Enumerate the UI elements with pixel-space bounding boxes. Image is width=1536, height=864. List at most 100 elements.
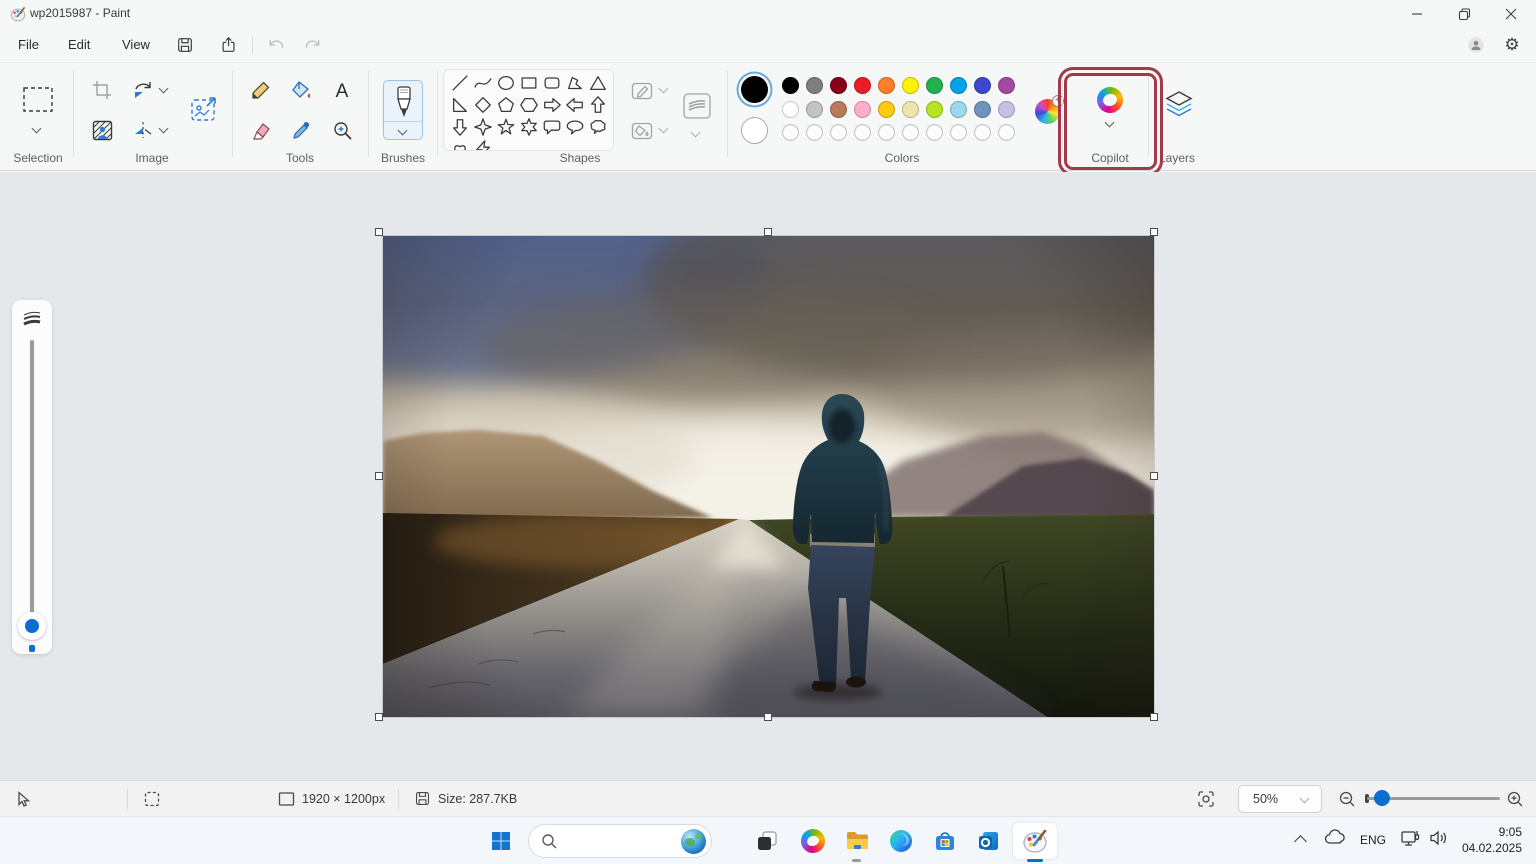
flip-icon[interactable] bbox=[131, 118, 155, 142]
save-icon[interactable] bbox=[174, 34, 196, 56]
menu-view[interactable]: View bbox=[112, 32, 160, 58]
shape-fill-chevron[interactable] bbox=[659, 124, 669, 134]
shape-heart[interactable] bbox=[448, 138, 471, 151]
shape-lightning[interactable] bbox=[471, 138, 494, 151]
color-swatch[interactable] bbox=[854, 77, 871, 94]
stroke-thickness-icon[interactable] bbox=[682, 91, 712, 121]
network-icon[interactable] bbox=[1400, 829, 1422, 852]
color-swatch-empty[interactable] bbox=[902, 124, 919, 141]
shape-speech-oval[interactable] bbox=[563, 116, 586, 138]
color-swatch[interactable] bbox=[998, 77, 1015, 94]
selection-handle-middle-left[interactable] bbox=[375, 472, 383, 480]
canvas-image[interactable] bbox=[383, 236, 1154, 717]
color-swatch[interactable] bbox=[782, 77, 799, 94]
task-view-button[interactable] bbox=[748, 823, 786, 859]
account-icon[interactable] bbox=[1465, 34, 1487, 56]
taskbar-copilot-button[interactable] bbox=[794, 823, 832, 859]
eraser-icon[interactable] bbox=[248, 118, 272, 142]
paint-taskbar-button[interactable] bbox=[1013, 823, 1057, 859]
zoom-in-icon[interactable] bbox=[1506, 790, 1524, 808]
fill-bucket-icon[interactable] bbox=[289, 78, 313, 102]
shape-arrow-left[interactable] bbox=[563, 94, 586, 116]
color-swatch[interactable] bbox=[974, 77, 991, 94]
settings-gear-icon[interactable]: ⚙ bbox=[1501, 34, 1523, 56]
microsoft-store-button[interactable] bbox=[926, 823, 964, 859]
shape-speech-cloud[interactable] bbox=[586, 116, 609, 138]
color-swatch-empty[interactable] bbox=[926, 124, 943, 141]
shape-arrow-up[interactable] bbox=[586, 94, 609, 116]
shape-ellipse[interactable] bbox=[494, 72, 517, 94]
color-swatch-empty[interactable] bbox=[878, 124, 895, 141]
color-swatch[interactable] bbox=[806, 77, 823, 94]
color-swatch[interactable] bbox=[926, 101, 943, 118]
color-swatch[interactable] bbox=[830, 77, 847, 94]
selection-handle-top-center[interactable] bbox=[764, 228, 772, 236]
shape-arrow-right[interactable] bbox=[540, 94, 563, 116]
clock[interactable]: 9:05 04.02.2025 bbox=[1462, 825, 1522, 856]
zoom-level-dropdown[interactable]: 50% bbox=[1238, 785, 1322, 813]
color-swatch[interactable] bbox=[950, 101, 967, 118]
thickness-slider-thumb[interactable] bbox=[18, 612, 46, 640]
color-swatch[interactable] bbox=[926, 77, 943, 94]
shape-rectangle[interactable] bbox=[517, 72, 540, 94]
color-swatch-empty[interactable] bbox=[950, 124, 967, 141]
selection-handle-top-right[interactable] bbox=[1150, 228, 1158, 236]
hidden-icons-chevron[interactable] bbox=[1294, 835, 1307, 848]
color-swatch-empty[interactable] bbox=[830, 124, 847, 141]
edge-button[interactable] bbox=[882, 823, 920, 859]
selection-handle-bottom-right[interactable] bbox=[1150, 713, 1158, 721]
color-swatch[interactable] bbox=[782, 101, 799, 118]
language-indicator[interactable]: ENG bbox=[1360, 833, 1386, 847]
selection-dropdown-chevron[interactable] bbox=[32, 124, 42, 134]
shape-star-four[interactable] bbox=[471, 116, 494, 138]
shape-fill-icon[interactable] bbox=[630, 119, 654, 143]
shape-polygon[interactable] bbox=[563, 72, 586, 94]
color-swatch[interactable] bbox=[854, 101, 871, 118]
color-swatch[interactable] bbox=[806, 101, 823, 118]
zoom-out-icon[interactable] bbox=[1338, 790, 1356, 808]
selection-handle-middle-right[interactable] bbox=[1150, 472, 1158, 480]
color-picker-icon[interactable] bbox=[289, 118, 313, 142]
selection-handle-bottom-center[interactable] bbox=[764, 713, 772, 721]
color-swatch[interactable] bbox=[998, 101, 1015, 118]
start-button[interactable] bbox=[482, 823, 520, 859]
color-swatch-empty[interactable] bbox=[998, 124, 1015, 141]
color-swatch[interactable] bbox=[830, 101, 847, 118]
shape-star-six[interactable] bbox=[517, 116, 540, 138]
undo-icon[interactable] bbox=[264, 34, 286, 56]
rotate-icon[interactable] bbox=[131, 78, 155, 102]
file-explorer-button[interactable] bbox=[838, 823, 876, 859]
redo-icon[interactable] bbox=[302, 34, 324, 56]
minimize-button[interactable] bbox=[1394, 0, 1440, 28]
shape-hexagon[interactable] bbox=[517, 94, 540, 116]
color-swatch[interactable] bbox=[878, 77, 895, 94]
volume-icon[interactable] bbox=[1428, 829, 1448, 852]
shape-outline-icon[interactable] bbox=[630, 79, 654, 103]
zoom-slider-thumb[interactable] bbox=[1374, 790, 1390, 806]
flip-dropdown-chevron[interactable] bbox=[159, 124, 169, 134]
menu-file[interactable]: File bbox=[8, 32, 49, 58]
shape-arrow-down[interactable] bbox=[448, 116, 471, 138]
color-swatch-empty[interactable] bbox=[974, 124, 991, 141]
shape-speech-rounded[interactable] bbox=[540, 116, 563, 138]
rotate-dropdown-chevron[interactable] bbox=[159, 84, 169, 94]
onedrive-cloud-icon[interactable] bbox=[1324, 829, 1346, 850]
brushes-button[interactable] bbox=[383, 80, 423, 140]
fit-to-screen-icon[interactable] bbox=[1197, 790, 1215, 808]
brushes-dropdown-chevron[interactable] bbox=[398, 126, 408, 136]
color-swatch-empty[interactable] bbox=[854, 124, 871, 141]
close-button[interactable] bbox=[1488, 0, 1534, 28]
color-swatch[interactable] bbox=[950, 77, 967, 94]
search-box[interactable] bbox=[528, 824, 712, 858]
resize-image-icon[interactable] bbox=[190, 96, 218, 124]
outlook-button[interactable] bbox=[970, 823, 1008, 859]
layers-icon[interactable] bbox=[1164, 89, 1194, 119]
selection-handle-top-left[interactable] bbox=[375, 228, 383, 236]
background-removal-icon[interactable] bbox=[90, 118, 114, 142]
color-swatch[interactable] bbox=[902, 101, 919, 118]
shape-curve[interactable] bbox=[471, 72, 494, 94]
background-color-swatch[interactable] bbox=[741, 117, 768, 144]
share-icon[interactable] bbox=[218, 34, 240, 56]
shape-star-five[interactable] bbox=[494, 116, 517, 138]
text-tool-icon[interactable]: A bbox=[330, 78, 354, 102]
